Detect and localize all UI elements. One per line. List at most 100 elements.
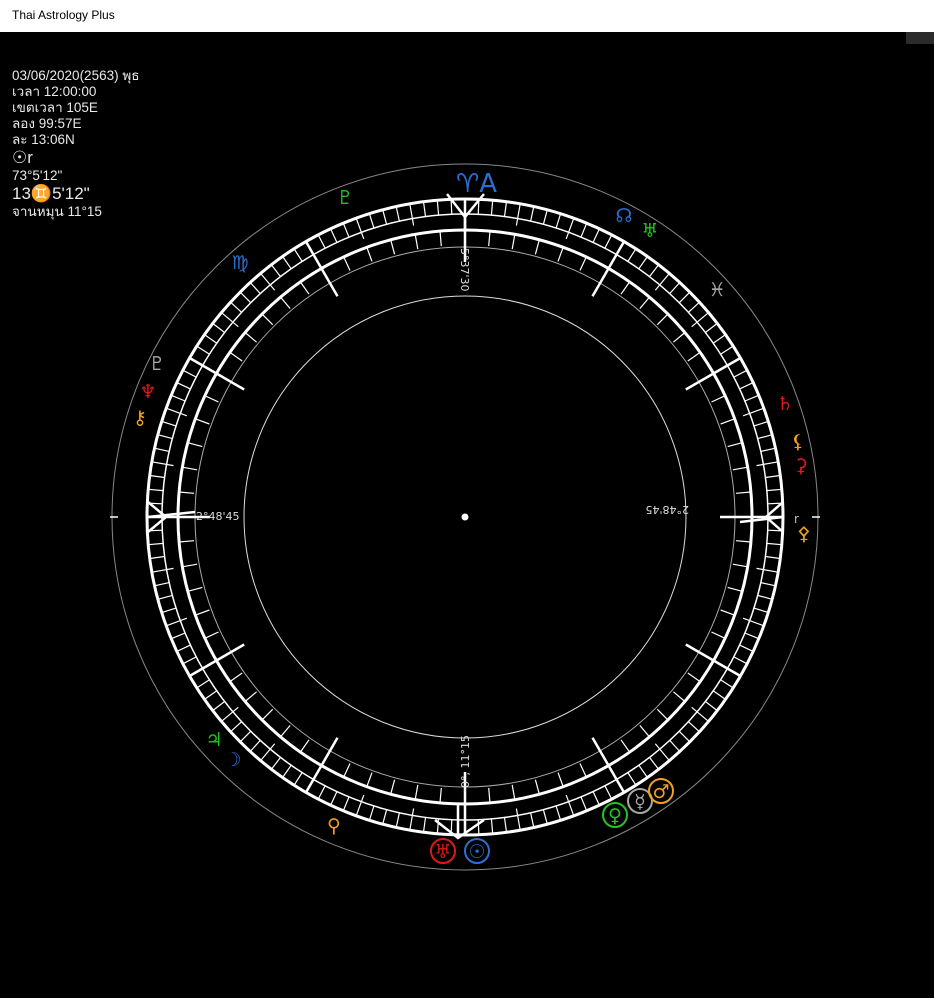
bottom-degree-label: 0°, 11°15 — [459, 735, 472, 788]
dial-tick — [490, 818, 494, 834]
dial-tick — [154, 447, 170, 452]
dial-tick — [705, 701, 718, 712]
dial-tick — [165, 407, 188, 417]
inner-dial-tick — [244, 691, 257, 702]
node-blue-glyph[interactable]: ☊ — [616, 205, 633, 227]
pluto-gray-glyph[interactable]: ♇ — [148, 353, 165, 375]
orange-symbol-bottom-glyph[interactable]: ⚲ — [327, 815, 341, 837]
inner-dial-tick — [390, 239, 396, 255]
inner-dial-tick — [673, 332, 686, 343]
dial-tick — [149, 555, 165, 560]
dial-tick — [765, 474, 781, 479]
dial-tick — [760, 447, 776, 452]
dial-tick — [744, 632, 760, 640]
inner-dial-tick — [261, 313, 274, 326]
dial-tick — [580, 796, 588, 812]
dial-tick — [436, 200, 440, 216]
inner-dial-tick — [591, 737, 610, 767]
mars-orange-glyph[interactable]: ♂ — [652, 781, 669, 803]
red-symbol-right-glyph[interactable]: ⚳ — [794, 455, 808, 477]
dial-tick — [293, 772, 303, 786]
orange-symbol-east-glyph[interactable]: ⚴ — [797, 523, 811, 545]
dial-tick — [270, 264, 281, 277]
dial-tick — [342, 796, 350, 812]
dial-tick — [765, 555, 781, 560]
inner-dial-tick — [656, 313, 669, 326]
inner-dial-tick — [727, 442, 743, 448]
uranus-green-glyph[interactable]: ♅ — [641, 220, 658, 242]
dial-tick — [687, 721, 700, 733]
planet-glyphs: ♇ ☊ ♅ ♓ ♄ ⚸⚳ ⚴ ♍ ♇ ♆ ⚷ ♃☽ ⚲ ♅ ☉ ♀ ☿ ♂ — [133, 187, 811, 864]
dial-tick — [530, 812, 535, 828]
inner-dial-tick — [488, 787, 491, 803]
dial-tick — [565, 794, 575, 817]
dial-tick — [304, 764, 323, 794]
aries-ascendant-glyph[interactable]: ♈A — [456, 169, 497, 199]
jupiter-green-glyph[interactable]: ♃ — [205, 729, 222, 751]
moon-blue-glyph[interactable]: ☽ — [224, 749, 241, 771]
inner-dial-tick — [299, 281, 310, 295]
virgo-blue-glyph[interactable]: ♍ — [231, 252, 248, 274]
inner-dial-tick — [735, 540, 751, 543]
dial-tick — [188, 356, 218, 375]
red-circle-symbol-glyph[interactable]: ♅ — [434, 841, 451, 863]
dial-tick — [705, 322, 718, 333]
top-green-symbol-glyph[interactable]: ♇ — [336, 187, 353, 209]
pisces-gray-glyph[interactable]: ♓ — [708, 279, 725, 301]
inner-dial-tick — [195, 418, 210, 425]
inner-dial-tick — [534, 779, 540, 795]
orange-symbol-right-glyph[interactable]: ⚸ — [791, 431, 805, 453]
dial-tick — [607, 764, 626, 794]
saturn-red-glyph[interactable]: ♄ — [776, 393, 793, 415]
dial-tick — [409, 808, 415, 831]
inner-dial-tick — [280, 296, 291, 309]
dial-tick — [733, 369, 748, 378]
inner-dial-tick — [182, 563, 198, 568]
inner-dial-tick — [639, 296, 650, 309]
dial-tick — [170, 394, 186, 402]
venus-green-glyph[interactable]: ♀ — [608, 805, 622, 827]
dial-tick — [757, 594, 773, 600]
dial-tick — [330, 228, 338, 243]
dial-tick — [712, 334, 726, 344]
sun-blue-glyph[interactable]: ☉ — [468, 841, 485, 863]
dial-tick — [151, 461, 174, 467]
dial-tick — [565, 217, 575, 240]
inner-dial-tick — [557, 247, 564, 262]
orange-symbol-left-glyph[interactable]: ⚷ — [133, 407, 147, 429]
dial-tick — [490, 200, 494, 216]
inner-dial-tick — [179, 540, 195, 543]
dial-tick — [753, 607, 769, 614]
dial-tick — [766, 488, 782, 492]
dial-tick — [204, 690, 218, 700]
mercury-gray-glyph[interactable]: ☿ — [634, 791, 646, 813]
inner-dial-tick — [215, 643, 245, 662]
inner-dial-tick — [685, 372, 715, 391]
dial-tick — [249, 739, 261, 752]
dial-tick — [422, 817, 427, 833]
inner-dial-tick — [685, 643, 715, 662]
neptune-red-glyph[interactable]: ♆ — [139, 381, 156, 403]
inner-dial-tick — [732, 466, 748, 471]
inner-dial-tick — [534, 239, 540, 255]
inner-dial-tick — [488, 231, 491, 247]
dial-tick — [720, 679, 734, 689]
dial-tick — [687, 301, 700, 313]
inner-dial-tick — [195, 609, 210, 616]
inner-dial-tick — [579, 763, 587, 778]
dial-tick — [148, 542, 164, 546]
dial-tick — [409, 203, 415, 226]
dial-tick — [766, 542, 782, 546]
dial-tick — [712, 690, 726, 700]
inner-dial-tick — [204, 631, 219, 639]
dial-tick — [555, 213, 562, 229]
inner-dial-tick — [620, 281, 631, 295]
dial-tick — [627, 772, 637, 786]
astrology-chart[interactable]: 2°48'45 2°48'45 5°37'30 0°, 11°15 r ♈A ♇… — [0, 32, 934, 998]
dial-tick — [649, 264, 660, 277]
dial-tick — [182, 369, 197, 378]
inner-dial-tick — [204, 395, 219, 403]
inner-dial-tick — [720, 609, 735, 616]
inner-dial-tick — [343, 256, 351, 271]
dial-tick — [477, 819, 480, 835]
